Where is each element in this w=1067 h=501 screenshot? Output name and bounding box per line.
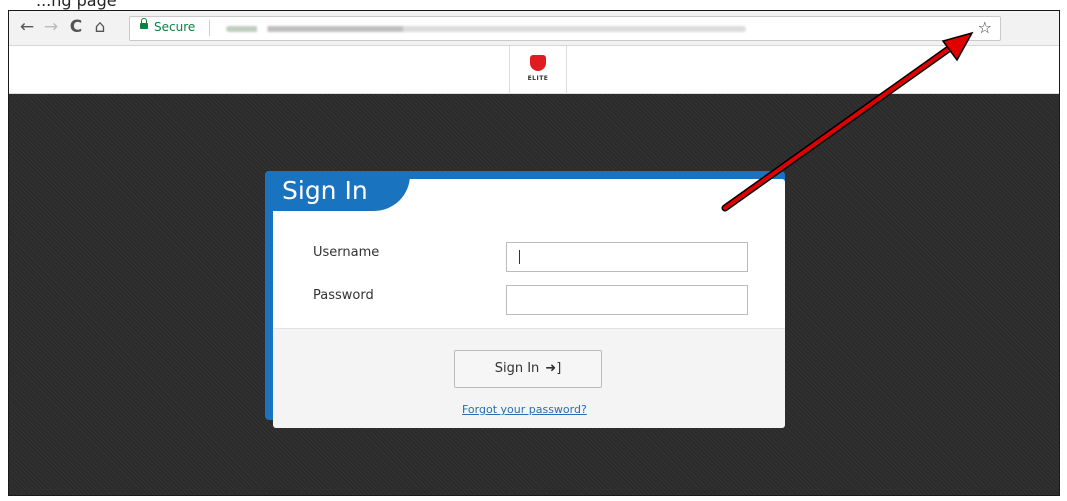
reload-icon[interactable]: C: [66, 17, 86, 37]
browser-toolbar: ← → C ⌂ Secure ☆: [9, 11, 1059, 46]
sign-in-button[interactable]: Sign In ➜]: [454, 350, 602, 388]
forward-icon[interactable]: →: [41, 17, 61, 37]
secure-label: Secure: [154, 20, 196, 34]
address-bar[interactable]: Secure ☆: [129, 16, 1001, 41]
bookmark-star-icon[interactable]: ☆: [978, 18, 992, 37]
sign-in-button-label: Sign In: [494, 361, 540, 376]
password-label: Password: [313, 288, 374, 303]
site-header: ELITE: [9, 46, 1059, 94]
address-divider: [209, 20, 210, 36]
text-caret: [519, 250, 520, 264]
password-input[interactable]: [506, 285, 748, 315]
forgot-password-link[interactable]: Forgot your password?: [462, 403, 587, 416]
home-icon[interactable]: ⌂: [90, 17, 110, 37]
url-text-blurred[interactable]: [226, 26, 746, 32]
page-caption: ...ng page: [36, 0, 117, 10]
elite-logo[interactable]: ELITE: [509, 46, 567, 93]
username-label: Username: [313, 245, 380, 260]
back-icon[interactable]: ←: [17, 17, 37, 37]
sign-in-arrow-icon: ➜]: [545, 361, 562, 376]
elite-logo-icon: [530, 55, 546, 71]
lock-icon: [140, 18, 148, 29]
username-input[interactable]: [506, 242, 748, 272]
login-title: Sign In: [282, 176, 368, 205]
elite-logo-text: ELITE: [527, 75, 549, 82]
